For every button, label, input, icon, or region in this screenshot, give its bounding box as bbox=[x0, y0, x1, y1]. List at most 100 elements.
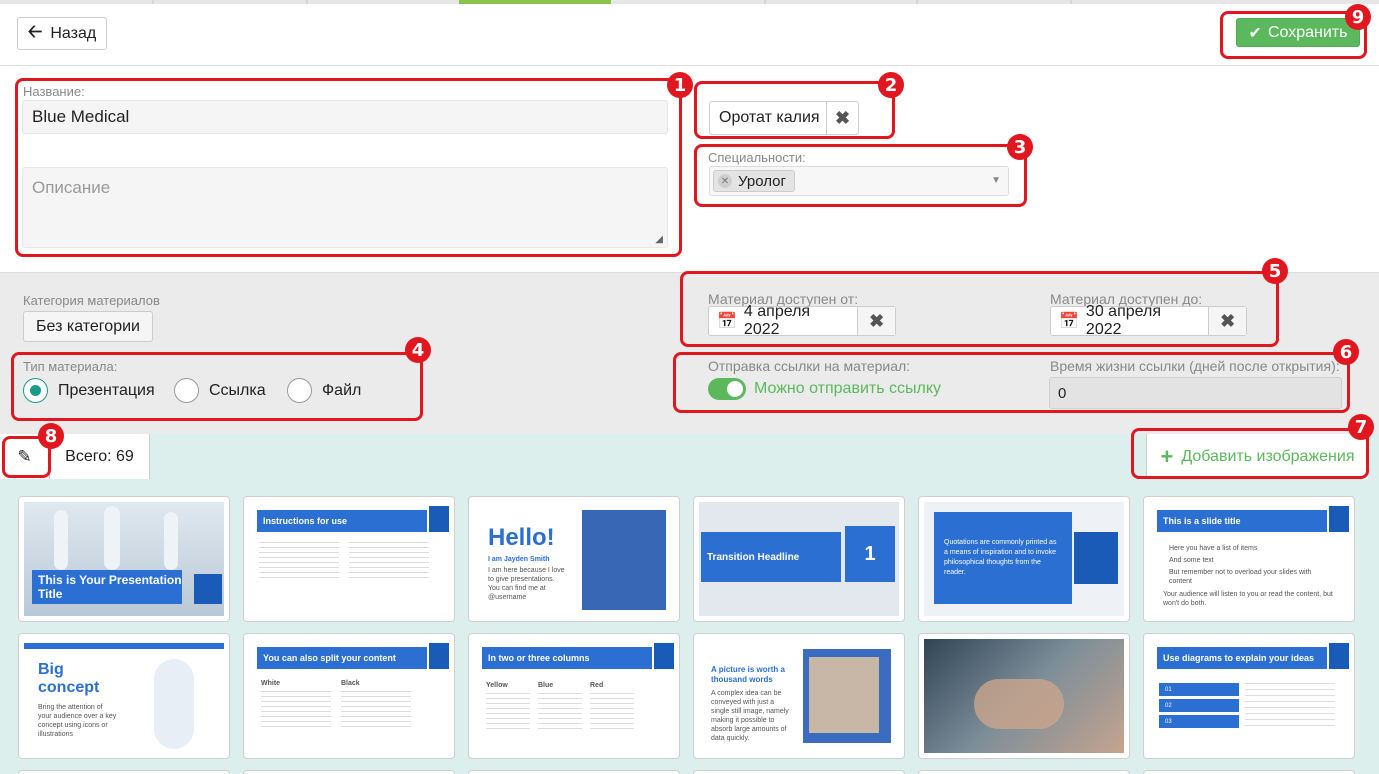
slide-title: In two or three columns bbox=[482, 647, 652, 669]
slide-bullet: And some text bbox=[1169, 557, 1214, 564]
slide-icon bbox=[1329, 643, 1349, 669]
product-tag-label: Оротат калия bbox=[719, 109, 820, 126]
slide-subtitle: I am Jayden Smith bbox=[488, 556, 550, 563]
save-button-label: Сохранить bbox=[1267, 23, 1348, 41]
slide-thumbnail[interactable] bbox=[1143, 770, 1355, 774]
radio-option-file[interactable]: Файл bbox=[287, 378, 361, 403]
annotation-badge: 9 bbox=[1345, 4, 1371, 30]
save-button[interactable]: ✔ Сохранить bbox=[1236, 18, 1360, 47]
slide-thumbnail[interactable]: Use diagrams to explain your ideas 01 02… bbox=[1143, 633, 1355, 759]
slide-thumbnail[interactable]: In two or three columns Yellow Blue Red bbox=[468, 633, 680, 759]
slide-icon bbox=[429, 643, 449, 669]
annotation-badge: 5 bbox=[1262, 258, 1288, 284]
product-tag: Оротат калия ✖ bbox=[709, 101, 859, 135]
diagram-step: 01 bbox=[1159, 683, 1239, 696]
slide-number: 1 bbox=[845, 526, 895, 582]
slide-icon bbox=[429, 506, 449, 532]
plus-icon: + bbox=[1160, 443, 1174, 469]
add-images-label: Добавить изображения bbox=[1181, 447, 1355, 465]
slide-title: Use diagrams to explain your ideas bbox=[1157, 647, 1327, 669]
annotation-badge: 8 bbox=[38, 423, 64, 449]
diagram-step: 02 bbox=[1159, 699, 1239, 712]
specialty-chip: ✕ Уролог bbox=[713, 170, 795, 192]
slide-quote: Quotations are commonly printed as a mea… bbox=[934, 512, 1072, 604]
slide-preview: Quotations are commonly printed as a mea… bbox=[924, 502, 1124, 616]
link-send-toggle[interactable] bbox=[708, 378, 746, 400]
description-textarea[interactable]: Описание ◢ bbox=[22, 167, 668, 248]
calendar-icon: 📅 bbox=[717, 313, 737, 330]
slide-thumbnail[interactable] bbox=[918, 770, 1130, 774]
slide-thumbnail[interactable] bbox=[693, 770, 905, 774]
remove-chip-icon[interactable]: ✕ bbox=[718, 174, 732, 188]
slide-preview: A picture is worth a thousand words A co… bbox=[699, 639, 899, 753]
radio-checked-icon[interactable] bbox=[23, 378, 48, 403]
slide-icon bbox=[654, 643, 674, 669]
add-images-button[interactable]: + Добавить изображения bbox=[1146, 434, 1368, 479]
link-send-label: Отправка ссылки на материал: bbox=[708, 358, 911, 374]
slide-title: Hello! bbox=[488, 524, 555, 551]
radio-unchecked-icon[interactable] bbox=[174, 378, 199, 403]
clear-date-icon[interactable]: ✖ bbox=[857, 307, 895, 335]
annotation-badge: 1 bbox=[667, 72, 693, 98]
slide-preview: Hello! I am Jayden Smith I am here becau… bbox=[474, 502, 674, 616]
slide-preview bbox=[924, 639, 1124, 753]
slide-column-heading: Blue bbox=[538, 682, 554, 689]
slide-thumbnail[interactable]: This is Your Presentation Title bbox=[18, 496, 230, 622]
category-label: Категория материалов bbox=[23, 293, 160, 308]
slide-bullet: But remember not to overload your slides… bbox=[1169, 569, 1312, 585]
slide-title: Instructions for use bbox=[257, 510, 427, 532]
slide-preview: Transition Headline 1 bbox=[699, 502, 899, 616]
name-input-value: Blue Medical bbox=[32, 107, 130, 126]
clear-date-icon[interactable]: ✖ bbox=[1208, 307, 1246, 335]
available-from-value: 4 апреля 2022 bbox=[743, 303, 811, 338]
link-lifetime-input[interactable]: 0 bbox=[1049, 377, 1342, 409]
slide-thumbnail[interactable]: Big concept Bring the attention of your … bbox=[18, 633, 230, 759]
slide-body: Bring the attention of your audience ove… bbox=[38, 704, 117, 738]
available-from-date[interactable]: 📅 4 апреля 2022 ✖ bbox=[708, 303, 896, 338]
slide-title: This is Your Presentation Title bbox=[32, 570, 182, 604]
slide-column-heading: Yellow bbox=[486, 682, 508, 689]
radio-option-presentation[interactable]: Презентация bbox=[23, 378, 155, 403]
slide-icon bbox=[194, 574, 222, 604]
annotation-badge: 7 bbox=[1348, 414, 1374, 440]
slide-thumbnail[interactable] bbox=[18, 770, 230, 774]
pencil-icon: ✎ bbox=[17, 446, 32, 466]
slide-title: A picture is worth a thousand words bbox=[711, 665, 785, 684]
slide-thumbnail[interactable]: Transition Headline 1 bbox=[693, 496, 905, 622]
slide-thumbnail[interactable]: Instructions for use bbox=[243, 496, 455, 622]
slide-thumbnail[interactable]: A picture is worth a thousand words A co… bbox=[693, 633, 905, 759]
slide-thumbnail[interactable]: You can also split your content White Bl… bbox=[243, 633, 455, 759]
slide-thumbnail[interactable]: Hello! I am Jayden Smith I am here becau… bbox=[468, 496, 680, 622]
chevron-down-icon[interactable]: ▼ bbox=[991, 175, 1001, 186]
radio-unchecked-icon[interactable] bbox=[287, 378, 312, 403]
slide-bullet: Here you have a list of items bbox=[1169, 545, 1258, 552]
total-count: Всего: 69 bbox=[50, 434, 150, 479]
slide-preview: Instructions for use bbox=[249, 502, 449, 616]
slide-icon bbox=[1329, 506, 1349, 532]
slide-thumbnail[interactable]: This is a slide title Here you have a li… bbox=[1143, 496, 1355, 622]
slide-thumbnail[interactable] bbox=[468, 770, 680, 774]
name-input[interactable]: Blue Medical bbox=[22, 100, 668, 134]
back-button-label: Назад bbox=[50, 24, 97, 42]
category-button[interactable]: Без категории bbox=[23, 311, 153, 342]
slide-thumbnail[interactable] bbox=[918, 633, 1130, 759]
slide-title: Transition Headline bbox=[701, 532, 841, 582]
specialties-select[interactable]: ✕ Уролог ▼ bbox=[709, 166, 1009, 196]
slide-preview: This is a slide title Here you have a li… bbox=[1149, 502, 1349, 616]
slide-preview: You can also split your content White Bl… bbox=[249, 639, 449, 753]
slide-thumbnail[interactable]: Quotations are commonly printed as a mea… bbox=[918, 496, 1130, 622]
annotation-badge: 2 bbox=[878, 72, 904, 98]
total-count-label: Всего: 69 bbox=[65, 447, 134, 465]
remove-product-icon[interactable]: ✖ bbox=[826, 102, 858, 134]
back-button[interactable]: 🡠 Назад bbox=[17, 17, 107, 50]
resize-handle-icon[interactable]: ◢ bbox=[655, 234, 663, 245]
checkmark-icon: ✔ bbox=[1248, 24, 1262, 42]
slide-thumbnail[interactable] bbox=[243, 770, 455, 774]
available-to-date[interactable]: 📅 30 апреля 2022 ✖ bbox=[1050, 303, 1247, 338]
radio-option-link[interactable]: Ссылка bbox=[174, 378, 266, 403]
calendar-icon: 📅 bbox=[1059, 313, 1079, 330]
slide-title: You can also split your content bbox=[257, 647, 427, 669]
slide-body: Your audience will listen to you or read… bbox=[1163, 591, 1333, 607]
category-button-label: Без категории bbox=[36, 317, 140, 335]
available-to-value: 30 апреля 2022 bbox=[1085, 303, 1161, 338]
